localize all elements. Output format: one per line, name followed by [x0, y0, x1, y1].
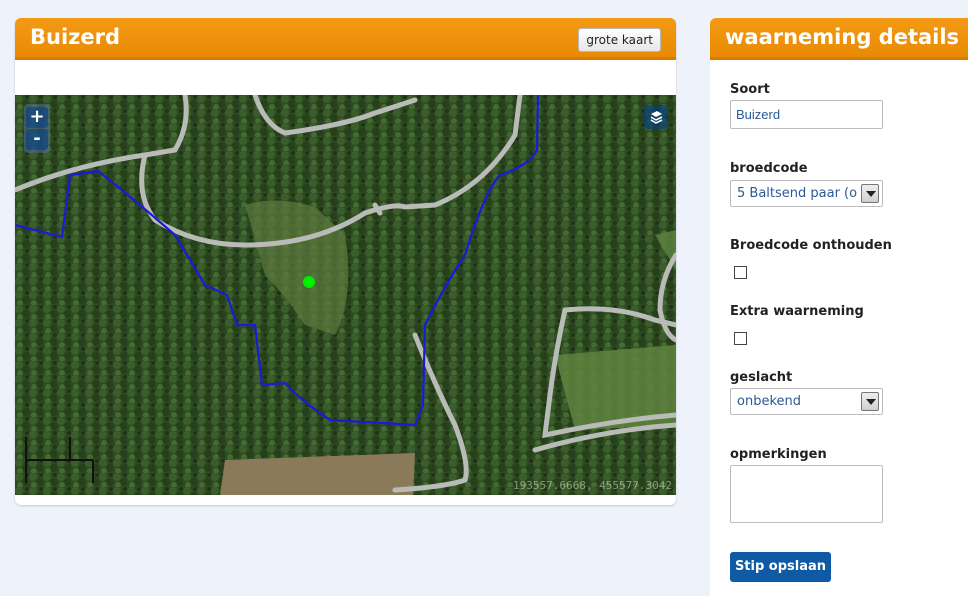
panel-title: Buizerd — [30, 25, 121, 49]
extra-observation-label: Extra waarneming — [730, 304, 864, 319]
breedcode-label: broedcode — [730, 161, 808, 176]
sex-label: geslacht — [730, 370, 793, 385]
details-header: waarneming details — [710, 18, 968, 60]
layers-icon — [650, 111, 663, 124]
sex-value: onbekend — [737, 394, 801, 409]
chevron-down-icon — [861, 184, 879, 203]
chevron-down-icon — [861, 392, 879, 411]
save-point-button[interactable]: Stip opslaan — [730, 552, 831, 582]
remember-breedcode-checkbox[interactable] — [734, 266, 747, 279]
breedcode-select[interactable]: 5 Baltsend paar (oc — [730, 180, 883, 207]
sex-select[interactable]: onbekend — [730, 388, 883, 415]
remember-breedcode-label: Broedcode onthouden — [730, 238, 892, 253]
mouse-coordinates: 193557.6668, 455577.3042 — [513, 479, 672, 492]
scale-bar — [25, 437, 94, 483]
species-label: Soort — [730, 82, 770, 97]
layer-switcher-button[interactable] — [644, 105, 668, 129]
satellite-imagery — [15, 95, 676, 495]
zoom-control: + - — [24, 104, 50, 153]
map-panel: Buizerd grote kaart + - 193557.6668, 455… — [15, 18, 676, 505]
map-panel-header: Buizerd grote kaart — [15, 18, 676, 60]
details-title: waarneming details — [725, 25, 960, 49]
species-input[interactable]: Buizerd — [730, 100, 883, 129]
map-view[interactable]: + - 193557.6668, 455577.3042 — [15, 95, 676, 495]
remarks-label: opmerkingen — [730, 447, 827, 462]
details-panel: waarneming details Soort Buizerd broedco… — [710, 18, 968, 596]
extra-observation-checkbox[interactable] — [734, 332, 747, 345]
remarks-textarea[interactable] — [730, 465, 883, 523]
zoom-out-button[interactable]: - — [26, 129, 48, 150]
big-map-button[interactable]: grote kaart — [578, 28, 661, 52]
observation-marker — [303, 276, 315, 288]
zoom-in-button[interactable]: + — [26, 107, 48, 128]
breedcode-value: 5 Baltsend paar (oc — [737, 186, 857, 201]
